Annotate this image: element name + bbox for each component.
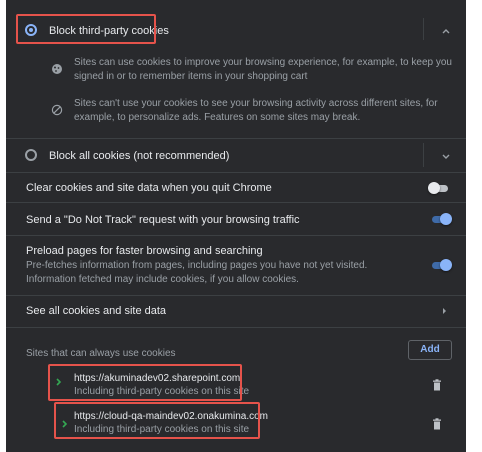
divider: [6, 235, 466, 236]
block-all-radio[interactable]: [25, 149, 37, 161]
cookie-icon: [52, 64, 62, 74]
detail-cookie-text: Sites can use cookies to improve your br…: [74, 57, 452, 82]
do-not-track-toggle[interactable]: [430, 213, 452, 225]
clear-on-quit-toggle[interactable]: [428, 182, 450, 194]
divider-vertical: [423, 18, 424, 40]
preload-description: Pre-fetches information from pages, incl…: [26, 260, 368, 285]
preload-toggle[interactable]: [430, 259, 452, 271]
clear-on-quit-label: Clear cookies and site data when you qui…: [26, 182, 272, 194]
highlight-site-2: [54, 402, 260, 439]
do-not-track-label: Send a "Do Not Track" request with your …: [26, 214, 300, 226]
delete-site-icon[interactable]: [432, 379, 442, 391]
detail-block-text: Sites can't use your cookies to see your…: [74, 98, 438, 123]
divider: [6, 295, 466, 296]
cookie-settings-panel: Block third-party cookies Sites can use …: [6, 0, 466, 452]
chevron-up-icon[interactable]: [440, 25, 452, 37]
see-all-cookies-link[interactable]: See all cookies and site data: [26, 305, 166, 318]
arrow-right-icon[interactable]: [441, 306, 449, 316]
allowed-sites-heading: Sites that can always use cookies: [26, 348, 176, 359]
highlight-site-1: [48, 364, 242, 401]
highlight-block-third-party: [16, 14, 156, 44]
block-all-label[interactable]: Block all cookies (not recommended): [49, 150, 229, 163]
divider: [6, 327, 466, 328]
add-site-button[interactable]: Add: [408, 340, 452, 360]
divider: [6, 202, 466, 203]
divider-vertical: [423, 143, 424, 167]
block-icon: [51, 104, 63, 116]
divider: [6, 138, 466, 139]
divider: [6, 172, 466, 173]
preload-label: Preload pages for faster browsing and se…: [26, 245, 263, 257]
chevron-down-icon[interactable]: [440, 150, 452, 162]
delete-site-icon[interactable]: [432, 418, 442, 430]
